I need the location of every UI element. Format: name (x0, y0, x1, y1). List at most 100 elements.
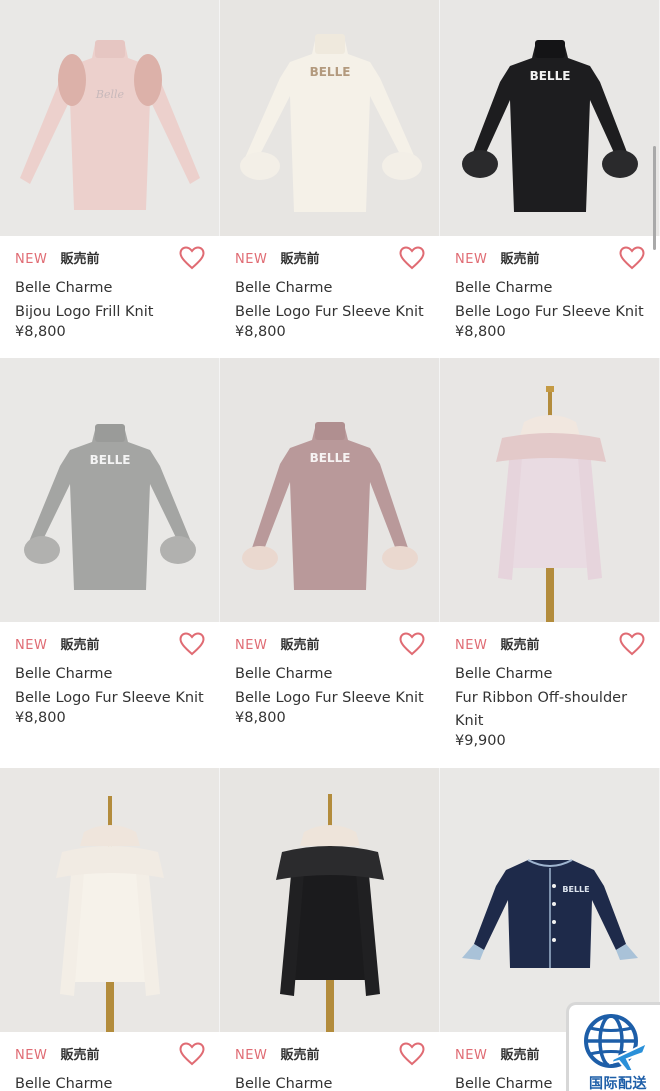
product-tags: NEW 販売前 (455, 1047, 539, 1065)
new-badge: NEW (15, 252, 48, 267)
product-info: NEW 販売前 Belle Charme Bijou Logo Frill Kn… (0, 236, 220, 358)
presale-badge: 販売前 (500, 252, 540, 267)
brand-name: Belle Charme (235, 280, 333, 296)
brand-name: Belle Charme (15, 1076, 113, 1091)
product-price: ¥9,900 (455, 733, 506, 749)
presale-badge: 販売前 (500, 1048, 540, 1063)
product-tags: NEW 販売前 (455, 637, 539, 655)
product-name[interactable]: Belle Logo Fur Sleeve Knit (15, 687, 210, 710)
knit-sweater-image: Belle (0, 0, 219, 236)
product-card[interactable]: BELLE NEW 販売前 Belle Charme Belle Logo Fu… (0, 358, 220, 768)
product-card[interactable]: BELLE NEW 販売前 Belle Charme Belle Logo Fu… (220, 0, 440, 358)
brand-name: Belle Charme (455, 666, 553, 682)
new-badge: NEW (455, 252, 488, 267)
product-card[interactable]: NEW 販売前 Belle Charme (220, 768, 440, 1091)
heart-icon[interactable] (179, 632, 205, 656)
new-badge: NEW (15, 1048, 48, 1063)
product-image[interactable]: BELLE (0, 358, 220, 622)
heart-icon[interactable] (399, 1042, 425, 1066)
product-tags: NEW 販売前 (235, 1047, 319, 1065)
product-tags: NEW 販売前 (15, 1047, 99, 1065)
new-badge: NEW (235, 1048, 268, 1063)
brand-name: Belle Charme (15, 666, 113, 682)
shipping-label: 国际配送 (589, 1076, 647, 1091)
product-price: ¥8,800 (15, 710, 66, 726)
product-image[interactable]: BELLE (440, 768, 660, 1032)
product-image[interactable]: BELLE (220, 358, 440, 622)
product-info: NEW 販売前 Belle Charme Belle Logo Fur Slee… (220, 622, 440, 768)
new-badge: NEW (235, 638, 268, 653)
product-card[interactable]: NEW 販売前 Belle Charme (0, 768, 220, 1091)
presale-badge: 販売前 (280, 252, 320, 267)
knit-sweater-image: BELLE (440, 0, 659, 236)
svg-text:BELLE: BELLE (562, 885, 589, 894)
cardigan-image: BELLE (440, 768, 659, 1032)
product-tags: NEW 販売前 (455, 251, 539, 269)
knit-top-on-mannequin-image (220, 768, 439, 1032)
presale-badge: 販売前 (60, 252, 100, 267)
product-name[interactable]: Belle Logo Fur Sleeve Knit (455, 301, 650, 324)
knit-sweater-image: BELLE (220, 0, 439, 236)
product-price: ¥8,800 (235, 324, 286, 340)
svg-text:BELLE: BELLE (310, 65, 351, 79)
product-name[interactable]: Fur Ribbon Off-shoulder Knit (455, 687, 650, 732)
heart-icon[interactable] (619, 632, 645, 656)
product-tags: NEW 販売前 (15, 637, 99, 655)
heart-icon[interactable] (179, 246, 205, 270)
brand-name: Belle Charme (455, 1076, 553, 1091)
product-card[interactable]: NEW 販売前 Belle Charme Fur Ribbon Off-shou… (440, 358, 660, 768)
knit-sweater-image: BELLE (220, 358, 439, 622)
product-name[interactable]: Belle Logo Fur Sleeve Knit (235, 301, 430, 324)
globe-airplane-icon (584, 1014, 649, 1072)
presale-badge: 販売前 (500, 638, 540, 653)
heart-icon[interactable] (619, 246, 645, 270)
product-price: ¥8,800 (235, 710, 286, 726)
product-row: BELLE NEW 販売前 Belle Charme Belle Logo Fu… (0, 358, 660, 768)
product-info: NEW 販売前 Belle Charme (220, 1032, 440, 1091)
brand-name: Belle Charme (455, 280, 553, 296)
heart-icon[interactable] (399, 632, 425, 656)
product-image[interactable]: Belle (0, 0, 220, 236)
product-name[interactable]: Belle Logo Fur Sleeve Knit (235, 687, 430, 710)
heart-icon[interactable] (179, 1042, 205, 1066)
presale-badge: 販売前 (60, 1048, 100, 1063)
product-image[interactable] (220, 768, 440, 1032)
product-card[interactable]: BELLE NEW 販売前 Belle Charme Belle Logo Fu… (440, 0, 660, 358)
brand-name: Belle Charme (235, 1076, 333, 1091)
product-card[interactable]: Belle NEW 販売前 Belle Charme Bijou Logo Fr… (0, 0, 220, 358)
product-info: NEW 販売前 Belle Charme Belle Logo Fur Slee… (220, 236, 440, 358)
product-tags: NEW 販売前 (15, 251, 99, 269)
knit-top-on-mannequin-image (0, 768, 219, 1032)
presale-badge: 販売前 (280, 638, 320, 653)
product-image[interactable]: BELLE (440, 0, 660, 236)
product-row: Belle NEW 販売前 Belle Charme Bijou Logo Fr… (0, 0, 660, 358)
presale-badge: 販売前 (280, 1048, 320, 1063)
product-info: NEW 販売前 Belle Charme Belle Logo Fur Slee… (440, 236, 660, 358)
product-image[interactable] (440, 358, 660, 622)
new-badge: NEW (455, 1048, 488, 1063)
product-card[interactable]: BELLE NEW 販売前 Belle Charme Belle Logo Fu… (220, 358, 440, 768)
product-tags: NEW 販売前 (235, 637, 319, 655)
brand-name: Belle Charme (235, 666, 333, 682)
product-info: NEW 販売前 Belle Charme (0, 1032, 220, 1091)
product-row: NEW 販売前 Belle Charme NEW 販売前 Belle Charm… (0, 768, 660, 1091)
knit-top-on-mannequin-image (440, 358, 659, 622)
product-name[interactable]: Bijou Logo Frill Knit (15, 301, 210, 324)
svg-text:BELLE: BELLE (310, 451, 351, 465)
product-info: NEW 販売前 Belle Charme Belle Logo Fur Slee… (0, 622, 220, 768)
svg-text:BELLE: BELLE (90, 453, 131, 467)
svg-text:Belle: Belle (95, 88, 125, 101)
scrollbar-thumb[interactable] (653, 146, 656, 250)
product-image[interactable] (0, 768, 220, 1032)
svg-text:BELLE: BELLE (530, 69, 571, 83)
brand-name: Belle Charme (15, 280, 113, 296)
product-image[interactable]: BELLE (220, 0, 440, 236)
heart-icon[interactable] (399, 246, 425, 270)
international-shipping-button[interactable]: 国际配送 (566, 1002, 660, 1091)
product-info: NEW 販売前 Belle Charme Fur Ribbon Off-shou… (440, 622, 660, 768)
product-price: ¥8,800 (15, 324, 66, 340)
new-badge: NEW (235, 252, 268, 267)
new-badge: NEW (455, 638, 488, 653)
presale-badge: 販売前 (60, 638, 100, 653)
new-badge: NEW (15, 638, 48, 653)
